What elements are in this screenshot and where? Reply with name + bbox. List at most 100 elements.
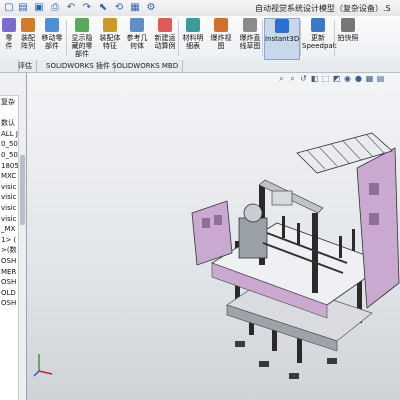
tree-item[interactable]: visic [0,214,18,225]
tree-item[interactable]: visic [0,203,18,214]
tree-item[interactable]: 1> ( [0,235,18,246]
file-properties-icon[interactable]: ▦ [128,2,142,14]
bed-post [282,216,285,238]
ribbon-separator [300,20,301,56]
print-icon[interactable]: ⎙ [48,2,62,14]
frame-foot [327,358,337,364]
move-component-icon [45,18,59,32]
exploded-view-button[interactable]: 爆炸视 图 [208,18,234,58]
instant3d-icon [275,19,289,33]
ribbon-button-label: 显示隐 藏的零 部件 [71,34,93,58]
fixture-slot [369,183,379,195]
tree-item[interactable] [0,108,18,119]
panel-scrollbar[interactable] [18,95,26,400]
tab-evaluate[interactable]: 评估 [14,60,37,72]
fixture-panel-left [191,200,233,266]
save-icon[interactable]: ▣ [32,2,46,14]
assembly-button[interactable]: 零 件 [0,18,18,58]
tree-header[interactable]: 复杂 [0,97,18,108]
new-file-icon[interactable]: ▢ [2,2,16,14]
graphics-area[interactable]: ⌕ ⌕ ↺ ◧ ⬚ ◩ ◉ ● ▦ ▤ [27,73,400,400]
panel-tab-strip[interactable] [0,73,26,96]
options-icon[interactable]: ⚙ [144,2,158,14]
ribbon-button-label: 装配阵列 [21,34,35,50]
window-title: 自动视觉系统设计模型（复杂设备）.S [255,4,391,13]
fixture-slot [369,213,379,225]
ribbon-separator [262,20,263,56]
ribbon-button-label: 参考几 何体 [126,34,148,50]
frame-foot [289,373,299,379]
bed-post [297,223,300,245]
mechanism-housing [238,217,268,259]
tree-item[interactable]: OSH [0,277,18,288]
feature-manager-panel: 复杂 数认 ALL J 0_50 0_50 1805 MXC visic visic visic… [0,73,27,400]
tree-item[interactable]: OSH [0,256,18,267]
tree-item[interactable]: ALL J [0,129,18,140]
fixture-panel-right [356,147,400,309]
gantry-post [312,213,318,293]
ribbon-button-label: 拍快照 [337,34,359,42]
ribbon-separator [66,20,67,56]
tree-item[interactable]: >(数 [0,245,18,256]
mechanism-head [243,203,263,223]
tree-item[interactable]: 0_50 [0,139,18,150]
assembly-feature-icon [103,18,117,32]
frame-foot [235,341,245,347]
assembly-model[interactable] [27,73,400,400]
tree-item[interactable]: OSH [0,298,18,309]
move-component-button[interactable]: 移动零 部件 [38,18,66,58]
bom-icon [186,18,200,32]
reference-triad-icon [33,354,53,377]
snapshot-button[interactable]: 拍快照 [336,18,360,58]
assembly-icon [2,18,16,32]
motion-study-icon [158,18,172,32]
tree-item[interactable]: visic [0,192,18,203]
open-file-icon[interactable]: ▤ [16,2,30,14]
ribbon-button-label: 更新 Speedpak [302,34,337,50]
ribbon-button-label: 装配体 特征 [99,34,121,50]
tree-item[interactable]: OLD [0,288,18,299]
scrollbar-thumb[interactable] [20,155,25,225]
tree-item[interactable]: MER [0,267,18,278]
tree-item[interactable]: 1805 [0,161,18,172]
instant3d-button[interactable]: Instant3D [264,18,300,60]
ribbon-button-label: 零 件 [5,34,13,50]
speedpak-icon [311,18,325,32]
show-hidden-button[interactable]: 显示隐 藏的零 部件 [68,18,96,58]
show-hidden-icon [75,18,89,32]
bed-post [352,229,355,251]
pattern-button[interactable]: 装配阵列 [19,18,37,58]
reference-geometry-button[interactable]: 参考几 何体 [124,18,150,58]
reference-geometry-icon [130,18,144,32]
fixture-slot [202,218,210,228]
tab-solidworks-addins[interactable]: SOLIDWORKS 插件 [42,60,115,72]
tree-item[interactable]: 0_50 [0,150,18,161]
explode-line-icon [243,18,257,32]
bom-button[interactable]: 材料明 细表 [180,18,206,58]
ribbon-button-label: 爆炸视 图 [210,34,232,50]
rebuild-icon[interactable]: ⟲ [112,2,126,14]
tab-solidworks-mbd[interactable]: SOLIDWORKS MBD [108,60,184,72]
camera-unit [271,190,293,206]
ribbon-separator [334,20,335,56]
title-bar: ▢ ▤ ▣ ⎙ ↶ ↷ ⬉ ⟲ ▦ ⚙ 自动视觉系统设计模型（复杂设备）.S [0,0,400,17]
tree-item[interactable]: _MX [0,224,18,235]
assembly-feature-button[interactable]: 装配体 特征 [97,18,123,58]
tree-item[interactable]: visic [0,182,18,193]
command-manager: 零 件装配阵列 移动零 部件 显示隐 藏的零 部件 装配体 特征 参考几 何体 新建运 动… [0,16,400,61]
tree-item[interactable]: 数认 [0,118,18,129]
pattern-icon [21,18,35,32]
frame-foot [259,361,269,367]
select-icon[interactable]: ⬉ [96,2,110,14]
speedpak-button[interactable]: 更新 Speedpak [302,18,337,58]
command-tabs: 评估 SOLIDWORKS 插件 SOLIDWORKS MBD [0,60,400,73]
ribbon-button-label: 材料明 细表 [182,34,204,50]
tree-item[interactable]: MXC [0,171,18,182]
exploded-view-icon [214,18,228,32]
undo-icon[interactable]: ↶ [64,2,78,14]
ribbon-button-label: 爆炸直 线草图 [239,34,261,50]
explode-line-button[interactable]: 爆炸直 线草图 [236,18,264,58]
redo-icon[interactable]: ↷ [80,2,94,14]
motion-study-button[interactable]: 新建运 动算例 [152,18,178,58]
feature-tree: 复杂 数认 ALL J 0_50 0_50 1805 MXC visic visic visic… [0,97,18,309]
